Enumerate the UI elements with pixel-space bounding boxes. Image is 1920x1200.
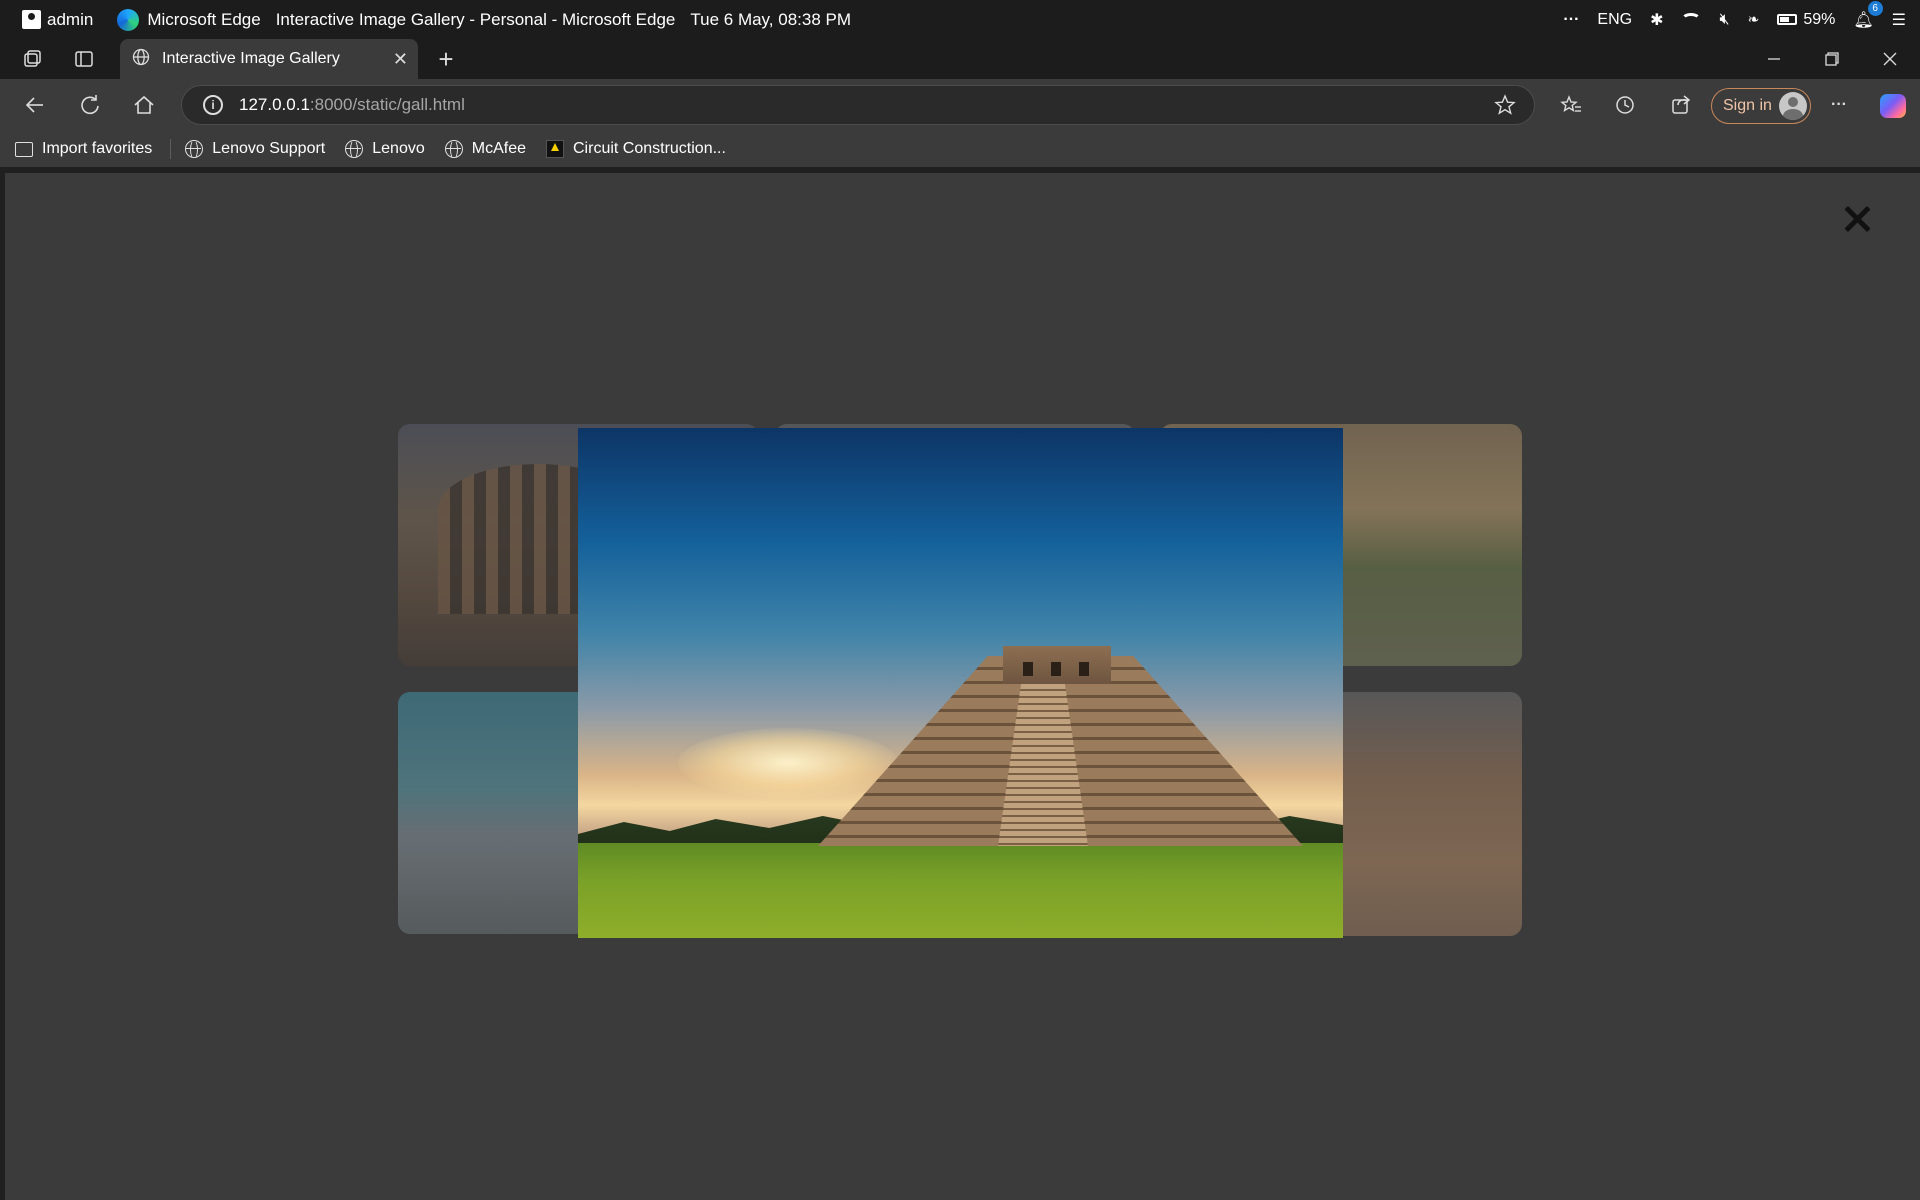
leaf-icon: ❧ (1747, 11, 1760, 27)
favorite-label: McAfee (471, 140, 526, 157)
globe-icon (132, 48, 150, 71)
window-title-bar: admin Microsoft Edge Interactive Image G… (0, 0, 1920, 39)
temple-door (1051, 662, 1061, 676)
copilot-icon[interactable] (1880, 94, 1906, 118)
tab-interactive-image-gallery[interactable]: Interactive Image Gallery ✕ (120, 39, 418, 79)
favorites-icon[interactable] (1558, 92, 1584, 118)
new-tab-icon[interactable]: + (432, 44, 460, 74)
favorite-mcafee[interactable]: McAfee (444, 140, 526, 159)
url-path: :8000/static/gall.html (309, 95, 465, 114)
user-icon (22, 10, 41, 29)
favorite-lenovo[interactable]: Lenovo (345, 140, 425, 159)
battery-icon (1777, 14, 1798, 25)
system-tray: ··· ENG ✱ 🔇︎ ❧ 59% 🔔︎ 6 ☰ (1563, 0, 1920, 39)
quick-settings-icon[interactable]: ☰ (1892, 10, 1906, 30)
favorite-star-icon[interactable] (1494, 94, 1516, 121)
temple-door (1079, 662, 1089, 676)
lightbox-image-chichen-itza (578, 428, 1343, 938)
edge-logo-icon (117, 8, 140, 31)
user-account[interactable]: admin (22, 10, 93, 30)
site-info-icon[interactable]: i (203, 95, 223, 115)
history-icon[interactable] (1612, 92, 1638, 118)
favorite-import-favorites[interactable]: Import favorites (15, 140, 152, 158)
globe-icon (444, 140, 463, 159)
language-indicator[interactable]: ENG (1597, 11, 1632, 29)
favorite-label: Lenovo Support (212, 140, 326, 157)
globe-icon (345, 140, 364, 159)
lightbox-pyramid-temple (1003, 646, 1111, 684)
clock: Tue 6 May, 08:38 PM (690, 9, 852, 29)
tab-close-icon[interactable]: ✕ (393, 49, 408, 70)
share-icon[interactable] (1668, 92, 1694, 118)
refresh-icon[interactable] (77, 92, 103, 118)
favorite-label: Import favorites (42, 140, 153, 157)
phet-icon (546, 140, 564, 158)
tab-actions-icon[interactable] (72, 47, 96, 71)
lightbox-sun-glow (678, 728, 898, 798)
home-icon[interactable] (131, 92, 157, 118)
url-host: 127.0.0.1 (239, 95, 310, 114)
user-name: admin (47, 9, 94, 29)
globe-icon (185, 140, 204, 159)
temple-door (1023, 662, 1033, 676)
volume-muted-icon[interactable]: 🔇︎ (1719, 11, 1729, 29)
close-window-icon[interactable] (1878, 47, 1902, 71)
notification-badge: 6 (1867, 0, 1883, 16)
sign-in-label: Sign in (1723, 97, 1772, 114)
window-title: Interactive Image Gallery - Personal - M… (275, 9, 676, 29)
sign-in-button[interactable]: Sign in (1711, 88, 1811, 124)
favorite-label: Lenovo (372, 140, 425, 157)
settings-more-button[interactable]: ··· (1826, 92, 1852, 118)
minimize-icon[interactable] (1762, 47, 1786, 71)
import-icon (15, 141, 33, 157)
favorites-bar: Import favorites Lenovo Support Lenovo M… (0, 131, 1920, 167)
bluetooth-icon[interactable]: ✱ (1650, 10, 1663, 30)
address-bar[interactable]: i 127.0.0.1 :8000/static/gall.html (181, 85, 1535, 125)
favorite-lenovo-support[interactable]: Lenovo Support (185, 140, 326, 159)
tab-title: Interactive Image Gallery (162, 50, 340, 67)
notifications-button[interactable]: 🔔︎ 6 (1853, 0, 1883, 30)
tray-overflow-button[interactable]: ··· (1563, 11, 1579, 29)
restore-icon[interactable] (1820, 47, 1844, 71)
battery-percent: 59% (1803, 10, 1836, 28)
tab-strip: Interactive Image Gallery ✕ + (0, 39, 1920, 79)
favorite-label: Circuit Construction... (573, 140, 726, 157)
favorite-circuit-construction[interactable]: Circuit Construction... (546, 140, 726, 158)
battery-status[interactable]: 59% (1777, 11, 1835, 29)
avatar (1779, 92, 1807, 120)
lightbox-grass (578, 843, 1343, 938)
lightbox-close-icon[interactable] (1843, 205, 1871, 233)
navigation-bar: i 127.0.0.1 :8000/static/gall.html Sign … (0, 79, 1920, 131)
back-icon[interactable] (22, 92, 48, 118)
favorites-separator (170, 139, 172, 159)
app-name: Microsoft Edge (147, 9, 261, 29)
workspaces-icon[interactable] (20, 47, 44, 71)
wifi-icon[interactable] (1681, 12, 1702, 27)
